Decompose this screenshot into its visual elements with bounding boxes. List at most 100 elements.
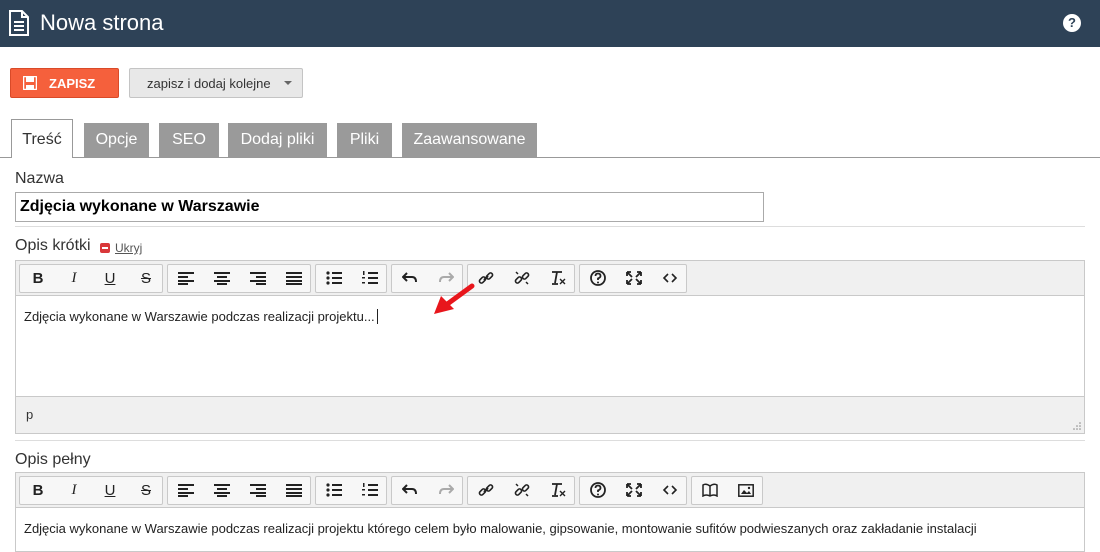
help-button[interactable] — [580, 477, 616, 504]
fullscreen-icon — [626, 483, 642, 497]
name-input[interactable]: Zdjęcia wykonane w Warszawie — [15, 192, 764, 222]
resize-grip-icon[interactable] — [1073, 422, 1081, 430]
tab-zaawansowane[interactable]: Zaawansowane — [402, 123, 537, 157]
fullscreen-button[interactable] — [616, 477, 652, 504]
tools-group — [579, 476, 687, 505]
align-center-icon — [214, 272, 230, 285]
list-group — [315, 476, 387, 505]
align-right-button[interactable] — [240, 477, 276, 504]
divider — [15, 440, 1085, 441]
insert-image-button[interactable] — [728, 477, 764, 504]
numbered-list-button[interactable] — [352, 265, 388, 292]
unlink-icon — [514, 271, 530, 285]
page-title: Nowa strona — [40, 10, 164, 35]
align-center-button[interactable] — [204, 265, 240, 292]
short-desc-label: Opis krótki — [15, 237, 91, 254]
full-desc-editor: B I U S Zdjęcia wykonane w Warszawie pod… — [15, 472, 1085, 552]
book-icon — [702, 483, 718, 497]
save-button-label: ZAPISZ — [49, 76, 96, 91]
align-right-button[interactable] — [240, 265, 276, 292]
unlink-icon — [514, 483, 530, 497]
history-group — [391, 476, 463, 505]
short-desc-text: Zdjęcia wykonane w Warszawie podczas rea… — [24, 309, 375, 324]
undo-button[interactable] — [392, 477, 428, 504]
source-code-button[interactable] — [652, 477, 688, 504]
align-left-button[interactable] — [168, 477, 204, 504]
italic-button[interactable]: I — [56, 265, 92, 292]
undo-icon — [402, 272, 417, 283]
italic-button[interactable]: I — [56, 477, 92, 504]
code-icon — [662, 273, 678, 283]
redo-icon — [439, 484, 454, 495]
align-left-button[interactable] — [168, 265, 204, 292]
align-left-icon — [178, 484, 194, 497]
hide-link[interactable]: Ukryj — [115, 241, 142, 255]
link-icon — [478, 272, 494, 284]
align-center-icon — [214, 484, 230, 497]
fullscreen-icon — [626, 271, 642, 285]
align-group — [167, 264, 311, 293]
justify-button[interactable] — [276, 477, 312, 504]
save-button[interactable]: ZAPISZ — [10, 68, 119, 98]
justify-icon — [286, 484, 302, 497]
insert-anchor-button[interactable] — [692, 477, 728, 504]
editor-toolbar: B I U S — [16, 261, 1084, 296]
page-header: Nowa strona ? — [0, 0, 1100, 47]
align-right-icon — [250, 484, 266, 497]
hide-icon[interactable] — [100, 243, 110, 253]
strikethrough-button[interactable]: S — [128, 477, 164, 504]
underline-button[interactable]: U — [92, 477, 128, 504]
tab-dodaj-pliki[interactable]: Dodaj pliki — [228, 123, 327, 157]
tab-seo[interactable]: SEO — [159, 123, 219, 157]
save-and-add-dropdown[interactable]: zapisz i dodaj kolejne — [129, 68, 303, 98]
align-group — [167, 476, 311, 505]
unlink-button[interactable] — [504, 265, 540, 292]
bold-button[interactable]: B — [20, 265, 56, 292]
bullet-list-button[interactable] — [316, 477, 352, 504]
code-icon — [662, 485, 678, 495]
help-icon[interactable]: ? — [1063, 14, 1081, 32]
numbered-list-icon — [362, 271, 378, 284]
bold-button[interactable]: B — [20, 477, 56, 504]
link-group — [467, 264, 575, 293]
tabs-baseline — [0, 157, 1100, 158]
link-icon — [478, 484, 494, 496]
clear-formatting-icon — [552, 271, 566, 285]
tab-tresc[interactable]: Treść — [11, 119, 73, 158]
red-arrow-annotation — [434, 283, 475, 314]
numbered-list-button[interactable] — [352, 477, 388, 504]
editor-toolbar: B I U S — [16, 473, 1084, 508]
save-and-add-label: zapisz i dodaj kolejne — [147, 76, 271, 91]
list-group — [315, 264, 387, 293]
underline-button[interactable]: U — [92, 265, 128, 292]
insert-link-button[interactable] — [468, 477, 504, 504]
fullscreen-button[interactable] — [616, 265, 652, 292]
question-icon — [590, 270, 606, 286]
image-icon — [738, 484, 754, 497]
bullet-list-icon — [326, 483, 342, 497]
caret-down-icon — [284, 81, 292, 85]
full-desc-label: Opis pełny — [15, 451, 91, 468]
clear-formatting-button[interactable] — [540, 477, 576, 504]
tab-opcje[interactable]: Opcje — [84, 123, 149, 157]
justify-button[interactable] — [276, 265, 312, 292]
document-icon — [9, 10, 29, 36]
name-label: Nazwa — [15, 170, 64, 187]
align-center-button[interactable] — [204, 477, 240, 504]
bullet-list-button[interactable] — [316, 265, 352, 292]
redo-button[interactable] — [428, 477, 464, 504]
short-desc-content[interactable]: Zdjęcia wykonane w Warszawie podczas rea… — [24, 309, 378, 325]
tab-pliki[interactable]: Pliki — [337, 123, 392, 157]
element-path[interactable]: p — [26, 407, 33, 422]
numbered-list-icon — [362, 483, 378, 496]
short-desc-editor: B I U S Zdjęcia wykonane w Warszawie pod… — [15, 260, 1085, 434]
source-code-button[interactable] — [652, 265, 688, 292]
unlink-button[interactable] — [504, 477, 540, 504]
full-desc-content[interactable]: Zdjęcia wykonane w Warszawie podczas rea… — [24, 521, 977, 537]
strikethrough-button[interactable]: S — [128, 265, 164, 292]
help-button[interactable] — [580, 265, 616, 292]
clear-formatting-button[interactable] — [540, 265, 576, 292]
media-group — [691, 476, 763, 505]
format-group: B I U S — [19, 476, 163, 505]
undo-button[interactable] — [392, 265, 428, 292]
